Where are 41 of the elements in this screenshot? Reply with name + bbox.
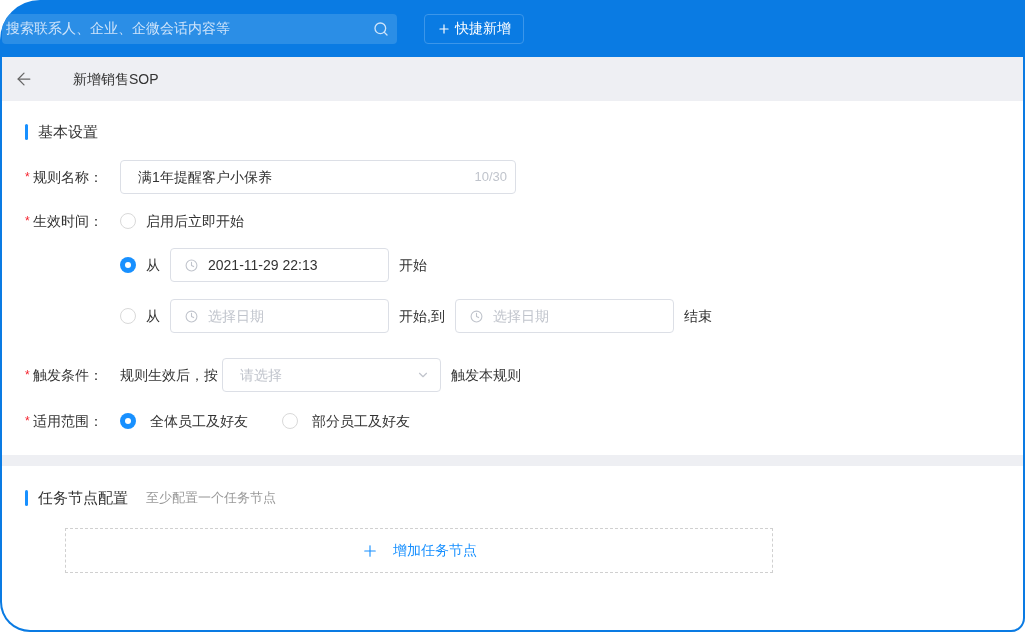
radio-label: 部分员工及好友 xyxy=(312,411,410,431)
required-asterisk: * xyxy=(25,169,30,186)
section-accent-bar xyxy=(25,124,28,140)
add-task-node-button[interactable]: 增加任务节点 xyxy=(65,528,773,573)
trigger-suffix-text: 触发本规则 xyxy=(451,365,521,385)
clock-icon xyxy=(185,309,198,323)
plus-icon xyxy=(437,21,451,36)
radio-button[interactable] xyxy=(120,213,136,229)
radio-label: 启用后立即开始 xyxy=(146,211,244,231)
clock-icon xyxy=(469,309,483,323)
field-label: 适用范围： xyxy=(32,411,103,431)
required-asterisk: * xyxy=(25,367,30,384)
radio-button[interactable] xyxy=(120,413,136,429)
section-title: 任务节点配置 xyxy=(38,487,128,508)
radio-button[interactable] xyxy=(282,413,298,429)
radio-label: 从 xyxy=(146,306,160,326)
clock-icon xyxy=(185,258,198,272)
page-title: 新增销售SOP xyxy=(73,69,159,89)
character-counter: 10/30 xyxy=(474,168,507,187)
section-accent-bar xyxy=(25,490,28,506)
search-icon[interactable] xyxy=(373,20,389,37)
suffix-text: 开始 xyxy=(399,255,427,275)
rule-name-field[interactable]: 满1年提醒客户小保养 10/30 xyxy=(120,160,516,194)
radio-label: 从 xyxy=(146,255,160,275)
suffix-text: 结束 xyxy=(683,306,712,326)
field-label: 生效时间： xyxy=(32,211,103,231)
radio-button[interactable] xyxy=(120,257,136,273)
field-label: 触发条件： xyxy=(32,365,103,385)
rule-name-input[interactable]: 满1年提醒客户小保养 xyxy=(138,166,475,188)
section-title: 基本设置 xyxy=(38,121,98,142)
quick-add-button[interactable]: 快捷新增 xyxy=(424,13,524,44)
field-label: 规则名称： xyxy=(32,167,103,187)
required-asterisk: * xyxy=(25,213,30,230)
search-input[interactable]: 搜索联系人、企业、企微会话内容等 xyxy=(6,18,373,39)
required-asterisk: * xyxy=(25,413,30,430)
range-separator-text: 开始,到 xyxy=(399,306,445,326)
date-field[interactable]: 2021-11-29 22:13 xyxy=(170,248,389,282)
radio-button[interactable] xyxy=(120,308,136,324)
search-field[interactable]: 搜索联系人、企业、企微会话内容等 xyxy=(2,13,397,44)
radio-label: 全体员工及好友 xyxy=(150,411,248,431)
trigger-prefix-text: 规则生效后，按 xyxy=(120,365,218,385)
